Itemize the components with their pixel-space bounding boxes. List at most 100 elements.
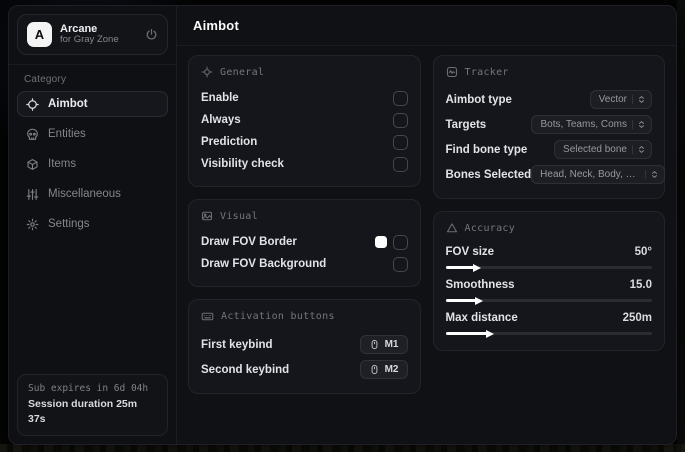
- panel-general: General Enable Always Prediction Visibil…: [188, 55, 421, 187]
- game-background-edge: [677, 0, 685, 452]
- setting-label: Find bone type: [445, 143, 528, 156]
- setting-row-bones-selected: Bones Selected Head, Neck, Body, Pe..: [445, 162, 666, 187]
- mouse-icon: [369, 339, 380, 350]
- sidebar-item-aimbot[interactable]: Aimbot: [17, 91, 168, 117]
- chevrons-up-down-icon: [632, 95, 646, 104]
- visibility-check-checkbox[interactable]: [392, 156, 408, 172]
- setting-label: Always: [201, 114, 241, 126]
- aimbot-type-dropdown[interactable]: Vector: [589, 90, 652, 109]
- panel-activation-buttons: Activation buttons First keybind M1 Seco…: [188, 299, 421, 394]
- sidebar-item-label: Aimbot: [48, 98, 88, 110]
- keyboard-icon: [201, 310, 214, 323]
- app-header-card: A Arcane for Gray Zone: [17, 14, 168, 55]
- setting-row-visibility-check: Visibility check: [201, 153, 408, 175]
- sliders-icon: [26, 188, 39, 201]
- sidebar-item-label: Miscellaneous: [48, 188, 121, 200]
- fov-border-color-swatch[interactable]: [374, 236, 387, 248]
- fov-size-slider[interactable]: [445, 263, 652, 272]
- app-logo: A: [27, 22, 52, 47]
- slider-value: 15.0: [629, 279, 652, 291]
- sub-expires-text: Sub expires in 6d 04h: [28, 383, 149, 395]
- setting-row-targets: Targets Bots, Teams, Coms: [445, 112, 652, 137]
- slider-fill[interactable]: [445, 263, 482, 272]
- panel-title: Tracker: [464, 66, 509, 78]
- gear-icon: [26, 218, 39, 231]
- game-background-strip: [0, 444, 685, 452]
- bones-selected-dropdown[interactable]: Head, Neck, Body, Pe..: [531, 165, 666, 184]
- sidebar-nav: Aimbot Entities Items Miscellaneous Sett…: [9, 91, 176, 237]
- focus-icon: [201, 66, 213, 78]
- keybind-value: M2: [384, 364, 399, 375]
- setting-label: Second keybind: [201, 363, 290, 376]
- chevrons-up-down-icon: [632, 145, 646, 154]
- sidebar-item-entities[interactable]: Entities: [17, 121, 168, 147]
- crosshair-icon: [26, 97, 39, 111]
- setting-row-prediction: Prediction: [201, 131, 408, 153]
- draw-fov-border-checkbox[interactable]: [392, 234, 408, 250]
- keybind-value: M1: [384, 339, 399, 350]
- sidebar-item-settings[interactable]: Settings: [17, 211, 168, 237]
- find-bone-type-dropdown[interactable]: Selected bone: [554, 140, 652, 159]
- panel-title: Activation buttons: [221, 311, 335, 322]
- sidebar-item-label: Items: [48, 158, 77, 170]
- panel-visual: Visual Draw FOV Border Draw FOV Backgrou…: [188, 199, 421, 287]
- setting-row-draw-fov-border: Draw FOV Border: [201, 231, 408, 253]
- panel-accuracy: Accuracy FOV size 50° Smoothness 15.0 Ma…: [432, 211, 665, 351]
- app-window: A Arcane for Gray Zone Category Aimbot E…: [8, 5, 677, 445]
- sidebar: A Arcane for Gray Zone Category Aimbot E…: [9, 6, 177, 444]
- chevrons-up-down-icon: [645, 170, 659, 179]
- setting-label: Prediction: [201, 136, 258, 148]
- triangle-icon: [446, 222, 458, 234]
- draw-fov-background-checkbox[interactable]: [392, 256, 408, 272]
- sidebar-item-items[interactable]: Items: [17, 151, 168, 177]
- setting-label: Bones Selected: [445, 168, 532, 181]
- panel-title: Visual: [220, 210, 258, 222]
- setting-row-enable: Enable: [201, 87, 408, 109]
- prediction-checkbox[interactable]: [392, 134, 408, 150]
- targets-dropdown[interactable]: Bots, Teams, Coms: [531, 115, 652, 134]
- main-header: Aimbot: [177, 6, 676, 46]
- sidebar-item-miscellaneous[interactable]: Miscellaneous: [17, 181, 168, 207]
- sidebar-item-label: Settings: [48, 218, 90, 230]
- dropdown-value: Selected bone: [563, 144, 627, 155]
- max-distance-slider[interactable]: [445, 329, 652, 338]
- image-icon: [201, 210, 213, 222]
- panel-title: Accuracy: [464, 222, 516, 234]
- slider-value: 250m: [622, 312, 652, 324]
- first-keybind-button[interactable]: M1: [359, 335, 408, 354]
- setting-label: First keybind: [201, 338, 273, 351]
- slider-fill[interactable]: [445, 296, 484, 305]
- setting-label: Aimbot type: [445, 93, 512, 106]
- setting-label: Targets: [445, 118, 487, 131]
- power-icon[interactable]: [145, 28, 158, 41]
- setting-row-always: Always: [201, 109, 408, 131]
- slider-block-max-distance: Max distance 250m: [445, 309, 652, 338]
- smoothness-slider[interactable]: [445, 296, 652, 305]
- slider-fill[interactable]: [445, 329, 495, 338]
- chevrons-up-down-icon: [632, 120, 646, 129]
- enable-checkbox[interactable]: [392, 90, 408, 106]
- category-label: Category: [24, 74, 67, 85]
- dropdown-value: Vector: [598, 94, 627, 105]
- dropdown-value: Head, Neck, Body, Pe..: [540, 169, 641, 180]
- activity-icon: [446, 66, 458, 78]
- sidebar-item-label: Entities: [48, 128, 86, 140]
- setting-row-draw-fov-background: Draw FOV Background: [201, 253, 408, 275]
- app-name-block: Arcane for Gray Zone: [60, 23, 137, 47]
- app-subtitle: for Gray Zone: [60, 34, 119, 46]
- setting-label: Draw FOV Border: [201, 236, 297, 248]
- page-title: Aimbot: [193, 18, 239, 33]
- second-keybind-button[interactable]: M2: [359, 360, 408, 379]
- setting-row-find-bone-type: Find bone type Selected bone: [445, 137, 652, 162]
- setting-label: FOV size: [445, 246, 495, 258]
- mouse-icon: [369, 364, 380, 375]
- setting-label: Smoothness: [445, 279, 515, 291]
- panel-title: General: [220, 66, 265, 78]
- setting-row-aimbot-type: Aimbot type Vector: [445, 87, 652, 112]
- setting-label: Max distance: [445, 312, 518, 324]
- setting-label: Draw FOV Background: [201, 258, 327, 270]
- skull-icon: [26, 128, 39, 141]
- always-checkbox[interactable]: [392, 112, 408, 128]
- dropdown-value: Bots, Teams, Coms: [540, 119, 627, 130]
- package-icon: [26, 158, 39, 171]
